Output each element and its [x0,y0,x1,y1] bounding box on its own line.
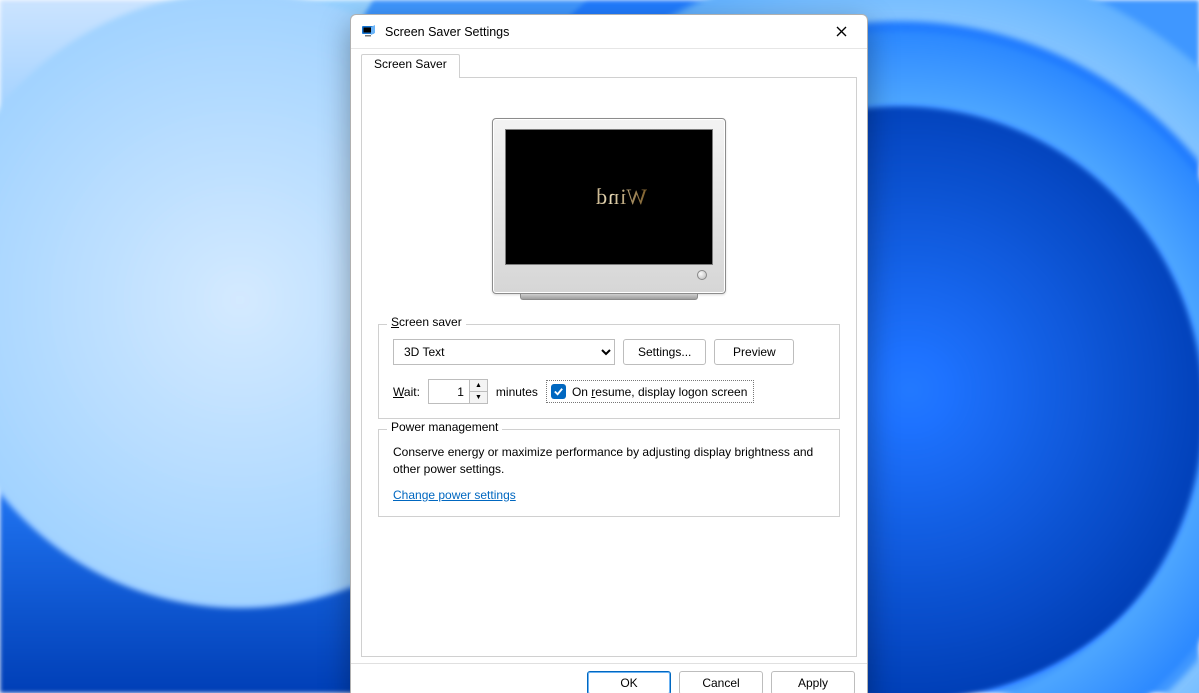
spin-down-icon[interactable]: ▼ [470,392,487,403]
on-resume-label: On resume, display logon screen [572,385,747,399]
screensaver-preview-text: Windows [571,184,647,210]
power-management-legend: Power management [387,420,502,434]
monitor-screen: Windows [505,129,713,265]
wait-spinner[interactable]: ▲ ▼ [428,379,488,404]
ok-button[interactable]: OK [587,671,671,693]
on-resume-checkbox[interactable]: On resume, display logon screen [546,380,754,403]
minutes-label: minutes [496,385,538,399]
close-button[interactable] [819,18,863,46]
cancel-button[interactable]: Cancel [679,671,763,693]
screen-saver-legend: Screen saver [387,315,466,329]
tab-page: Windows Screen saver 3D Text Se [361,77,857,657]
power-management-group: Power management Conserve energy or maxi… [378,429,840,517]
wait-input[interactable] [428,379,470,404]
screensaver-icon [361,24,377,40]
preview-button[interactable]: Preview [714,339,794,365]
checkmark-icon [551,384,566,399]
monitor-power-led-icon [697,270,707,280]
apply-button[interactable]: Apply [771,671,855,693]
change-power-settings-link[interactable]: Change power settings [393,488,516,502]
power-management-description: Conserve energy or maximize performance … [393,444,825,478]
dialog-footer: OK Cancel Apply [351,663,867,693]
titlebar[interactable]: Screen Saver Settings [351,15,867,49]
screensaver-select[interactable]: 3D Text [393,339,615,365]
screen-saver-group: Screen saver 3D Text Settings... Preview… [378,324,840,419]
monitor-preview: Windows [378,90,840,314]
tab-screen-saver[interactable]: Screen Saver [361,54,460,78]
tab-strip: Screen Saver [361,53,857,77]
screen-saver-settings-dialog: Screen Saver Settings Screen Saver Windo… [350,14,868,693]
wait-label: Wait: [393,385,420,399]
settings-button[interactable]: Settings... [623,339,706,365]
window-title: Screen Saver Settings [385,25,819,39]
spin-up-icon[interactable]: ▲ [470,380,487,392]
